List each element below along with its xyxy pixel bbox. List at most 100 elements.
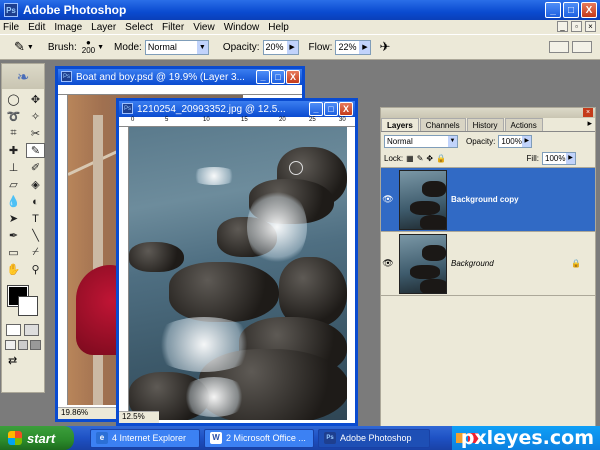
palette-header[interactable]: × bbox=[381, 108, 595, 118]
maximize-button[interactable]: □ bbox=[324, 102, 338, 116]
standard-mode-icon[interactable] bbox=[6, 324, 21, 336]
history-brush-icon[interactable]: ✐ bbox=[26, 160, 45, 175]
menu-layer[interactable]: Layer bbox=[91, 22, 116, 33]
doc-controls: _ □ X bbox=[256, 70, 300, 84]
horizontal-ruler: 0 5 10 15 20 25 30 bbox=[119, 117, 355, 127]
task-adobe-photoshop[interactable]: Ps Adobe Photoshop bbox=[318, 428, 430, 448]
palette-tabs: Layers Channels History Actions ▸ bbox=[381, 118, 595, 132]
doc-window-rocks[interactable]: Ps 1210254_20993352.jpg @ 12.5... _ □ X … bbox=[116, 98, 358, 426]
move-icon[interactable]: ✥ bbox=[26, 92, 45, 107]
eyedropper-icon[interactable]: ⌿ bbox=[26, 245, 45, 260]
zoom-icon[interactable]: ⚲ bbox=[26, 262, 45, 277]
menu-image[interactable]: Image bbox=[54, 22, 82, 33]
stamp-icon[interactable]: ⊥ bbox=[4, 160, 23, 175]
background-color-swatch[interactable] bbox=[18, 296, 38, 316]
quickmask-mode-icon[interactable] bbox=[24, 324, 39, 336]
tab-layers[interactable]: Layers bbox=[381, 118, 419, 131]
eraser-icon[interactable]: ▱ bbox=[4, 177, 23, 192]
mode-select[interactable]: Normal ▼ bbox=[144, 39, 209, 55]
lock-transparency-icon[interactable]: ▦ bbox=[406, 154, 414, 163]
close-button[interactable]: X bbox=[339, 102, 353, 116]
screen-mode-full-icon[interactable] bbox=[17, 340, 29, 350]
flow-field[interactable]: 22% ▶ bbox=[335, 39, 372, 55]
doc-title-bar[interactable]: Ps Boat and boy.psd @ 19.9% (Layer 3... … bbox=[58, 69, 302, 85]
task-microsoft-office[interactable]: W 2 Microsoft Office ... bbox=[204, 428, 314, 448]
menu-select[interactable]: Select bbox=[125, 22, 153, 33]
blend-mode-select[interactable]: Normal ▼ bbox=[384, 134, 458, 148]
fill-field[interactable]: 100% ▶ bbox=[542, 152, 576, 165]
tool-preset-arrow-icon[interactable]: ▼ bbox=[27, 44, 34, 51]
arrow-right-icon: ▶ bbox=[566, 153, 575, 164]
airbrush-icon[interactable]: ✈ bbox=[379, 39, 390, 55]
palette-menu-icon[interactable]: ▸ bbox=[587, 118, 592, 131]
task-internet-explorer[interactable]: e 4 Internet Explorer bbox=[90, 428, 200, 448]
restore-button[interactable]: □ bbox=[563, 2, 579, 18]
zoom-level[interactable]: 19.86% bbox=[58, 407, 118, 419]
jump-to-imageready-icon[interactable]: ⇄ bbox=[2, 352, 44, 369]
eye-icon[interactable]: 👁 bbox=[381, 258, 395, 269]
watermark: pxleyes.com bbox=[460, 427, 594, 449]
layer-row-background[interactable]: 👁 Background 🔒 bbox=[381, 232, 595, 296]
brush-arrow-icon[interactable]: ▼ bbox=[97, 44, 104, 51]
lock-move-icon[interactable]: ✥ bbox=[426, 154, 433, 163]
tab-channels[interactable]: Channels bbox=[419, 118, 466, 131]
minimize-button[interactable]: _ bbox=[256, 70, 270, 84]
tab-history[interactable]: History bbox=[466, 118, 504, 131]
brushes-palette-icon[interactable] bbox=[549, 41, 569, 53]
menu-filter[interactable]: Filter bbox=[162, 22, 184, 33]
hand-icon[interactable]: ✋ bbox=[4, 262, 23, 277]
menu-window[interactable]: Window bbox=[224, 22, 260, 33]
minimize-button[interactable]: _ bbox=[545, 2, 561, 18]
eye-icon[interactable]: 👁 bbox=[381, 194, 395, 205]
line-icon[interactable]: ╲ bbox=[26, 228, 45, 243]
opacity-field[interactable]: 20% ▶ bbox=[262, 39, 299, 55]
doc-minimize-icon[interactable]: _ bbox=[557, 21, 568, 32]
lock-all-icon[interactable]: 🔒 bbox=[436, 154, 446, 163]
layer-name: Background copy bbox=[451, 195, 519, 204]
thumb-rock bbox=[422, 244, 446, 261]
type-icon[interactable]: T bbox=[26, 211, 45, 226]
minimize-button[interactable]: _ bbox=[309, 102, 323, 116]
start-button[interactable]: start bbox=[0, 426, 74, 450]
bucket-icon[interactable]: ◈ bbox=[26, 177, 45, 192]
doc-title-bar[interactable]: Ps 1210254_20993352.jpg @ 12.5... _ □ X bbox=[119, 101, 355, 117]
doc-restore-icon[interactable]: ▫ bbox=[571, 21, 582, 32]
screen-mode-standard-icon[interactable] bbox=[5, 340, 16, 350]
chevron-down-icon: ▼ bbox=[448, 135, 457, 147]
tool-preset-brush-icon[interactable]: ✎ bbox=[14, 39, 25, 55]
menu-view[interactable]: View bbox=[193, 22, 215, 33]
menu-file[interactable]: File bbox=[3, 22, 19, 33]
layer-opacity-field[interactable]: 100% ▶ bbox=[498, 134, 533, 148]
close-button[interactable]: X bbox=[581, 2, 597, 18]
doc-close-icon[interactable]: × bbox=[585, 21, 596, 32]
screen-mode-black-icon[interactable] bbox=[30, 340, 42, 350]
swatches-palette-icon[interactable] bbox=[572, 41, 592, 53]
menu-bar: File Edit Image Layer Select Filter View… bbox=[0, 20, 600, 34]
close-icon[interactable]: × bbox=[583, 108, 593, 117]
path-select-icon[interactable]: ➤ bbox=[4, 211, 23, 226]
menu-edit[interactable]: Edit bbox=[28, 22, 45, 33]
zoom-level[interactable]: 12.5% bbox=[119, 411, 159, 423]
layer-row-background-copy[interactable]: 👁 Background copy bbox=[381, 168, 595, 232]
color-swatches bbox=[2, 284, 44, 322]
lasso-icon[interactable]: ➰ bbox=[4, 109, 23, 124]
pen-icon[interactable]: ✒ bbox=[4, 228, 23, 243]
healing-icon[interactable]: ✚ bbox=[4, 143, 23, 158]
brush-icon[interactable]: ✎ bbox=[26, 143, 45, 158]
toolbox-header-feather-icon[interactable]: ❧ bbox=[2, 64, 44, 89]
brush-picker[interactable]: ● 200 bbox=[82, 39, 95, 55]
lock-paint-icon[interactable]: ✎ bbox=[417, 154, 424, 163]
close-button[interactable]: X bbox=[286, 70, 300, 84]
menu-help[interactable]: Help bbox=[268, 22, 289, 33]
maximize-button[interactable]: □ bbox=[271, 70, 285, 84]
crop-icon[interactable]: ⌗ bbox=[4, 126, 23, 141]
rocks-image-canvas[interactable] bbox=[129, 127, 347, 420]
tab-actions[interactable]: Actions bbox=[504, 118, 543, 131]
doc-icon: Ps bbox=[122, 103, 133, 114]
magic-wand-icon[interactable]: ✧ bbox=[26, 109, 45, 124]
notes-icon[interactable]: ▭ bbox=[4, 245, 23, 260]
dodge-icon[interactable]: ◐ bbox=[26, 194, 45, 209]
blur-icon[interactable]: 💧 bbox=[4, 194, 23, 209]
slice-icon[interactable]: ✂ bbox=[26, 126, 45, 141]
marquee-icon[interactable]: ◯ bbox=[4, 92, 23, 107]
